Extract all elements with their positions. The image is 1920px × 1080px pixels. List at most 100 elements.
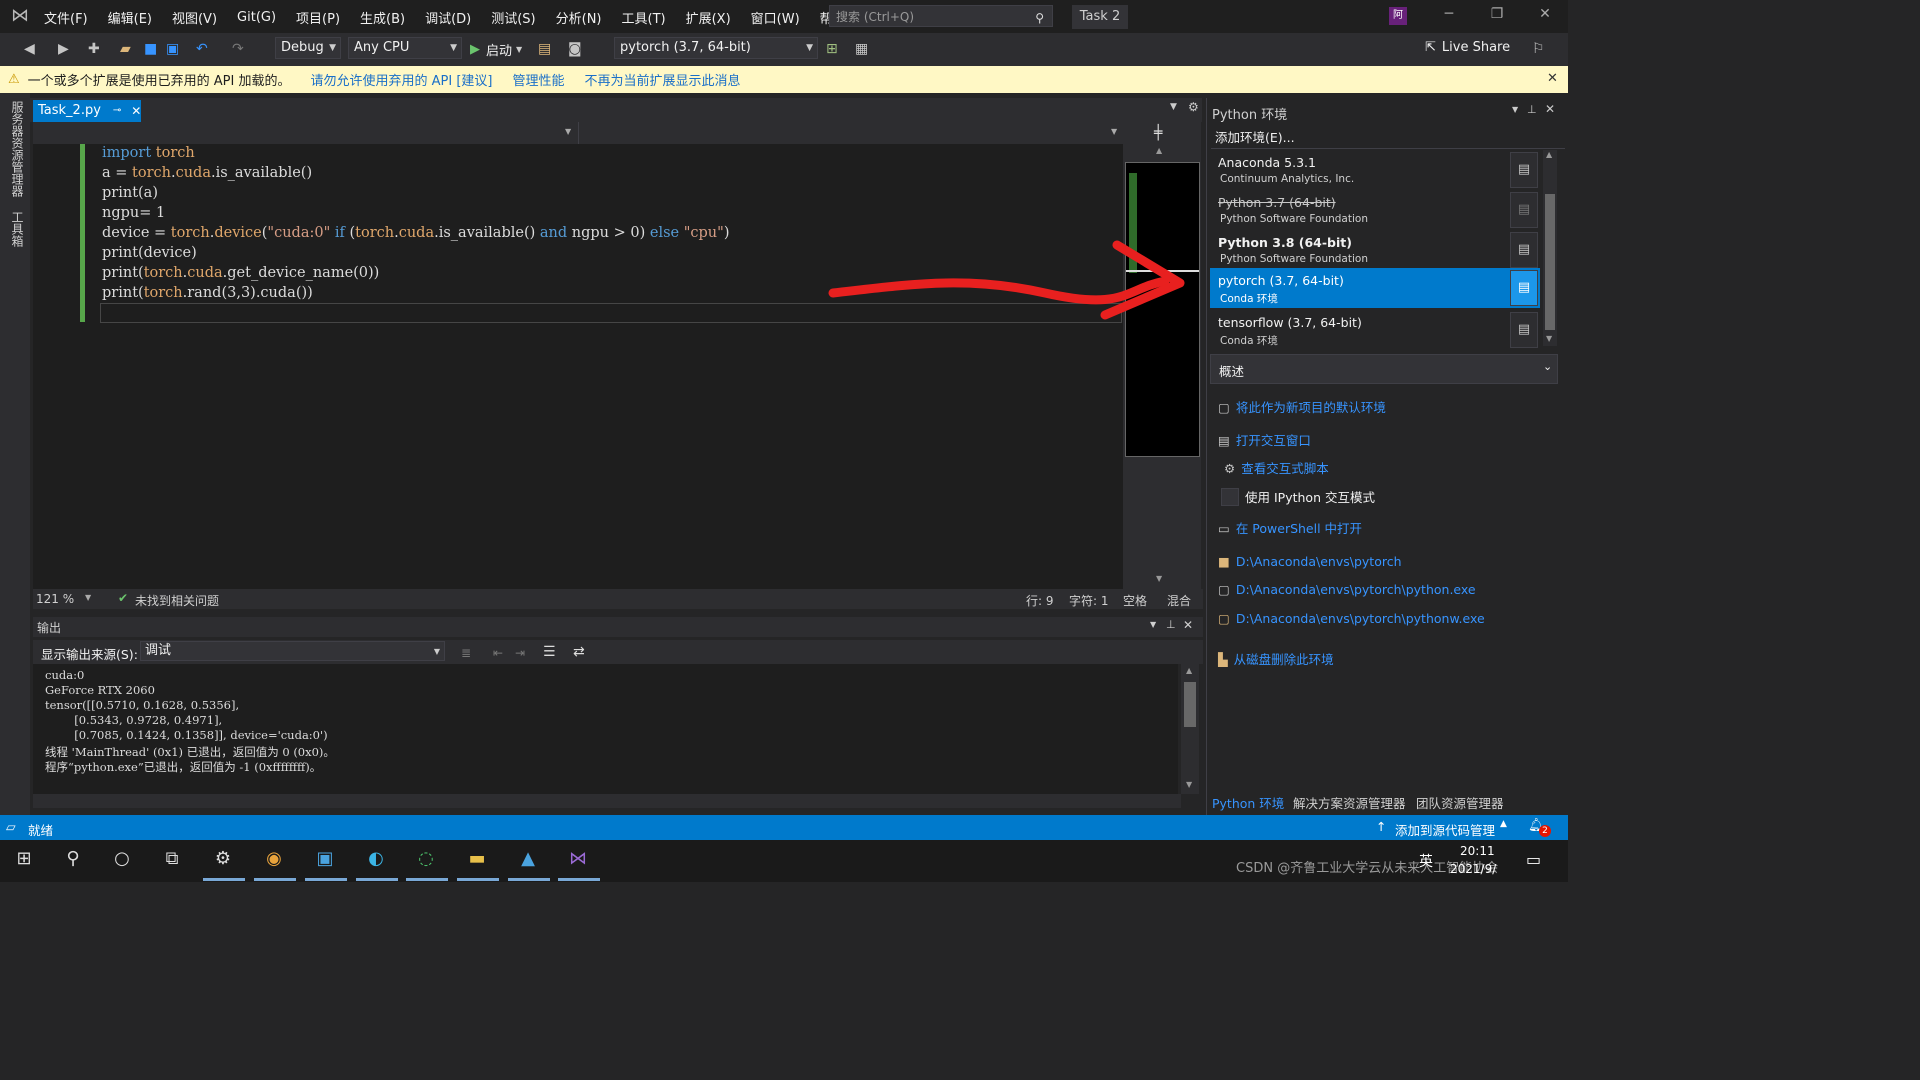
windows-start-icon[interactable]: ⊞: [4, 848, 44, 874]
env-folder-link[interactable]: ■ D:\Anaconda\envs\pytorch: [1218, 554, 1402, 569]
scroll-down-icon[interactable]: ▼: [1156, 574, 1162, 583]
task-view-icon[interactable]: ⧉: [152, 848, 192, 874]
clock-date[interactable]: 2021/9/: [1450, 862, 1496, 876]
checkbox[interactable]: [1221, 487, 1239, 506]
menu-item-debug[interactable]: 调试(D): [425, 8, 471, 27]
whitespace-mode[interactable]: 空格: [1123, 592, 1147, 609]
input-language[interactable]: 英: [1419, 851, 1433, 871]
new-item-icon[interactable]: ✚: [88, 41, 100, 57]
file-explorer-icon[interactable]: ▬: [457, 848, 497, 874]
python-env-combo[interactable]: pytorch (3.7, 64-bit) ▼: [614, 37, 818, 59]
save-all-icon[interactable]: ▣: [166, 41, 179, 57]
python-exe-link[interactable]: ▢ D:\Anaconda\envs\pytorch\python.exe: [1218, 582, 1476, 597]
feedback-icon[interactable]: ⚐: [1532, 41, 1545, 57]
env-console-icon[interactable]: ▤: [1510, 312, 1538, 348]
chevron-down-icon[interactable]: ▼: [85, 593, 91, 602]
add-source-control[interactable]: 添加到源代码管理: [1395, 820, 1495, 839]
dont-show-again-link[interactable]: 不再为当前扩展显示此消息: [585, 70, 741, 89]
tab-task2-py[interactable]: Task_2.py ⊸ ✕: [33, 100, 141, 122]
close-panel-icon[interactable]: ✕: [1183, 618, 1193, 632]
tab-list-icon[interactable]: ▼: [1170, 102, 1177, 112]
undo-icon[interactable]: ↶: [196, 41, 208, 57]
menu-item-extensions[interactable]: 扩展(X): [686, 8, 731, 27]
action-center-icon[interactable]: ▭: [1526, 850, 1541, 869]
visual-studio-icon[interactable]: ⋈: [558, 848, 598, 874]
tab-team-explorer[interactable]: 团队资源管理器: [1416, 793, 1504, 812]
set-default-env-link[interactable]: ▢ 将此作为新项目的默认环境: [1218, 397, 1386, 416]
clock-time[interactable]: 20:11: [1460, 844, 1495, 858]
minimize-icon[interactable]: ─: [1434, 6, 1464, 22]
edge-icon[interactable]: ◐: [356, 848, 396, 874]
refresh-app-icon[interactable]: ◌: [406, 848, 446, 874]
env-console-icon[interactable]: ▤: [1510, 270, 1538, 306]
redo-icon[interactable]: ↷: [232, 41, 244, 57]
control-panel-icon[interactable]: ▣: [305, 848, 345, 874]
output-text-area[interactable]: cuda:0 GeForce RTX 2060 tensor([[0.5710,…: [33, 664, 1178, 794]
menu-item-test[interactable]: 测试(S): [491, 8, 535, 27]
chevron-down-icon[interactable]: ▼: [1111, 127, 1117, 136]
scroll-down-icon[interactable]: ▼: [1186, 780, 1192, 789]
split-icon[interactable]: ╪: [1154, 125, 1162, 141]
back-icon[interactable]: ◀: [24, 41, 35, 57]
photos-icon[interactable]: ▲: [508, 848, 548, 874]
maximize-icon[interactable]: ❐: [1482, 6, 1512, 22]
package-icon[interactable]: ⊞: [826, 41, 838, 57]
pin-icon[interactable]: ⊥: [1527, 103, 1537, 116]
prev-message-icon[interactable]: ⇤: [493, 646, 503, 660]
search-box[interactable]: 搜索 (Ctrl+Q) ⚲: [829, 5, 1053, 27]
issues-status[interactable]: 未找到相关问题: [135, 592, 219, 609]
menu-item-view[interactable]: 视图(V): [172, 8, 217, 27]
menu-item-analyze[interactable]: 分析(N): [556, 8, 602, 27]
config-combo[interactable]: Debug ▼: [275, 37, 341, 59]
pin-icon[interactable]: ⊸: [113, 100, 121, 122]
close-panel-icon[interactable]: ✕: [1545, 102, 1555, 116]
clear-all-icon[interactable]: ☰: [543, 644, 556, 660]
close-window-icon[interactable]: ✕: [1530, 6, 1560, 22]
settings-gear-icon[interactable]: ⚙: [1188, 100, 1199, 114]
menu-item-tools[interactable]: 工具(T): [622, 8, 666, 27]
env-item-python38[interactable]: Python 3.8 (64-bit) Python Software Foun…: [1210, 230, 1508, 270]
scroll-up-icon[interactable]: ▲: [1156, 146, 1162, 155]
save-icon[interactable]: ■: [144, 41, 157, 57]
close-infobar-icon[interactable]: ✕: [1547, 71, 1558, 86]
settings-gear-icon[interactable]: ⚙: [203, 848, 243, 874]
word-wrap-icon[interactable]: ⇄: [573, 644, 585, 660]
delete-env-link[interactable]: ▙ 从磁盘删除此环境: [1218, 649, 1334, 668]
env-console-icon[interactable]: ▤: [1510, 232, 1538, 268]
chrome-icon[interactable]: ◉: [254, 848, 294, 874]
open-powershell-link[interactable]: ▭ 在 PowerShell 中打开: [1218, 518, 1362, 537]
screenshot-icon[interactable]: ◙: [568, 41, 582, 57]
close-tab-icon[interactable]: ✕: [131, 100, 141, 122]
menu-item-git[interactable]: Git(G): [237, 10, 276, 25]
scroll-up-icon[interactable]: ▲: [1546, 150, 1552, 159]
overview-select[interactable]: 概述 ⌄: [1210, 354, 1558, 384]
scroll-up-icon[interactable]: ▲: [1186, 666, 1192, 675]
env-console-icon[interactable]: ▤: [1510, 152, 1538, 188]
manage-performance-link[interactable]: 管理性能: [512, 70, 564, 89]
chevron-up-icon[interactable]: ▲: [1500, 819, 1507, 829]
env-list-scrollbar[interactable]: ▲ ▼: [1543, 150, 1557, 346]
next-message-icon[interactable]: ⇥: [515, 646, 525, 660]
output-scrollbar[interactable]: ▲ ▼: [1181, 664, 1199, 794]
avatar[interactable]: 阿: [1389, 7, 1407, 25]
open-folder-icon[interactable]: ▰: [120, 41, 131, 57]
tab-python-env[interactable]: Python 环境: [1212, 793, 1284, 812]
pythonw-exe-link[interactable]: ▢ D:\Anaconda\envs\pytorch\pythonw.exe: [1218, 611, 1485, 626]
scroll-thumb[interactable]: [1545, 194, 1555, 330]
platform-combo[interactable]: Any CPU ▼: [348, 37, 462, 59]
browse-icon[interactable]: ▤: [538, 41, 551, 57]
output-hscrollbar[interactable]: [33, 794, 1181, 808]
live-share-button[interactable]: ⇱ Live Share: [1425, 40, 1510, 55]
start-button[interactable]: ▶ 启动 ▼: [470, 40, 522, 59]
add-environment-link[interactable]: 添加环境(E)...: [1215, 127, 1295, 146]
scroll-down-icon[interactable]: ▼: [1546, 334, 1552, 343]
env-item-python37[interactable]: Python 3.7 (64-bit) Python Software Foun…: [1210, 190, 1508, 230]
chevron-down-icon[interactable]: ▼: [1150, 620, 1156, 629]
chevron-down-icon[interactable]: ▼: [565, 127, 571, 136]
scroll-thumb[interactable]: [1184, 682, 1196, 727]
toolbox-tab[interactable]: 工具箱: [9, 211, 26, 247]
env-item-pytorch-selected[interactable]: pytorch (3.7, 64-bit) Conda 环境: [1210, 268, 1540, 308]
view-scripts-link[interactable]: ⚙ 查看交互式脚本: [1224, 458, 1329, 477]
cortana-icon[interactable]: ○: [102, 848, 142, 874]
server-explorer-tab[interactable]: 服务器资源管理器: [9, 101, 26, 197]
